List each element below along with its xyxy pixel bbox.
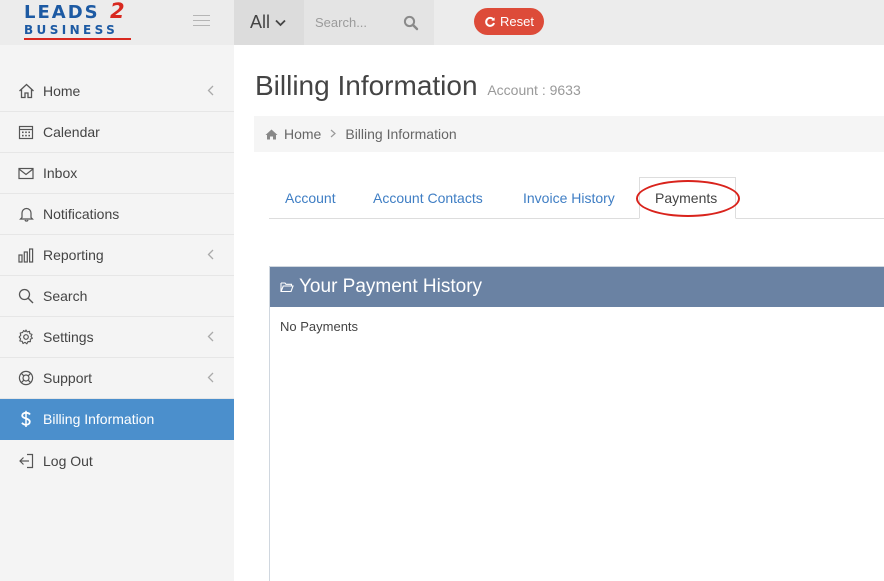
reset-button[interactable]: Reset [474, 8, 544, 35]
chevron-left-icon [207, 331, 214, 342]
tab-payments[interactable]: Payments [639, 177, 736, 219]
sidebar-nav: Home Calendar Inbox Notifications Report… [0, 71, 234, 481]
bar-chart-icon [17, 246, 35, 264]
sidebar-item-reporting[interactable]: Reporting [0, 235, 234, 276]
life-ring-icon [17, 369, 35, 387]
logout-icon [17, 452, 35, 470]
breadcrumb-home-link[interactable]: Home [284, 126, 321, 142]
sidebar-item-notifications[interactable]: Notifications [0, 194, 234, 235]
sidebar-item-inbox[interactable]: Inbox [0, 153, 234, 194]
sidebar-item-label: Settings [43, 329, 94, 345]
sidebar-item-billing-information[interactable]: Billing Information [0, 399, 234, 440]
tab-account[interactable]: Account [285, 177, 336, 219]
sidebar-item-calendar[interactable]: Calendar [0, 112, 234, 153]
chevron-right-icon [330, 127, 337, 141]
sidebar-item-label: Support [43, 370, 93, 386]
brand-logo-leads: LEADS [24, 2, 100, 23]
home-icon [17, 82, 35, 100]
reset-label: Reset [500, 14, 534, 29]
sidebar-item-label: Notifications [43, 206, 120, 222]
sidebar-item-label: Calendar [43, 124, 100, 140]
breadcrumb: Home Billing Information [254, 116, 884, 152]
panel-header: Your Payment History [270, 267, 884, 307]
sidebar-item-label: Reporting [43, 247, 104, 263]
panel-title: Your Payment History [299, 276, 483, 297]
chevron-down-icon [275, 19, 286, 26]
sidebar-toggle-hamburger-icon[interactable] [193, 15, 210, 29]
sidebar: Home Calendar Inbox Notifications Report… [0, 45, 234, 581]
home-icon [265, 129, 278, 140]
envelope-icon [17, 164, 35, 182]
brand-logo-business: BUSINESS [24, 23, 119, 37]
bell-icon [17, 205, 35, 223]
top-bar: LEADS 2 BUSINESS All Reset [0, 0, 884, 45]
breadcrumb-current: Billing Information [345, 126, 457, 142]
folder-open-icon [280, 282, 294, 293]
brand-logo-number: 2 [110, 0, 125, 23]
sidebar-item-log-out[interactable]: Log Out [0, 440, 234, 481]
tab-account-contacts[interactable]: Account Contacts [373, 177, 483, 219]
sidebar-item-home[interactable]: Home [0, 71, 234, 112]
empty-state-text: No Payments [280, 319, 359, 334]
search-scope-dropdown[interactable]: All [234, 0, 304, 45]
page-title-text: Billing Information [255, 70, 478, 101]
sidebar-item-label: Log Out [43, 452, 93, 469]
tab-invoice-history[interactable]: Invoice History [523, 177, 615, 219]
dollar-icon [17, 410, 35, 428]
chevron-left-icon [207, 372, 214, 383]
panel-body: No Payments [270, 307, 884, 346]
sidebar-item-search[interactable]: Search [0, 276, 234, 317]
sidebar-item-label: Billing Information [43, 411, 155, 427]
calendar-icon [17, 123, 35, 141]
refresh-icon [485, 16, 495, 27]
page-title: Billing Information Account : 9633 [255, 70, 581, 102]
sidebar-item-label: Inbox [43, 165, 78, 181]
sidebar-item-label: Home [43, 83, 81, 99]
sidebar-item-label: Search [43, 288, 88, 304]
chevron-left-icon [207, 85, 214, 96]
search-scope-label: All [250, 12, 271, 32]
gear-icon [17, 328, 35, 346]
account-number: Account : 9633 [487, 82, 581, 98]
sidebar-item-support[interactable]: Support [0, 358, 234, 399]
brand-logo-underline [24, 38, 131, 40]
search-icon [17, 287, 35, 305]
payment-history-panel: Your Payment History No Payments [269, 266, 884, 581]
sidebar-item-settings[interactable]: Settings [0, 317, 234, 358]
search-icon[interactable] [403, 15, 419, 31]
chevron-left-icon [207, 249, 214, 260]
billing-tabs: Account Account Contacts Invoice History… [269, 177, 884, 219]
